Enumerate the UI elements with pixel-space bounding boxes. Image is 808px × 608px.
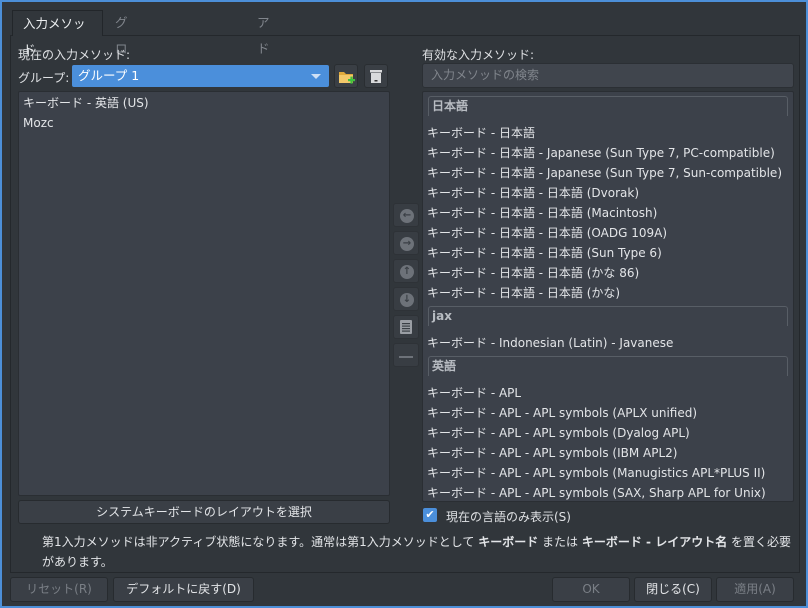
move-right-button[interactable]: →	[393, 231, 419, 255]
reset-button[interactable]: リセット(R)	[10, 577, 108, 602]
available-methods-label: 有効な入力メソッド:	[422, 48, 535, 62]
list-item[interactable]: キーボード - 日本語 - 日本語 (Macintosh)	[427, 203, 657, 223]
list-item[interactable]: キーボード - APL	[427, 383, 521, 403]
only-current-language-checkbox[interactable]: ✔	[423, 508, 437, 522]
list-item[interactable]: キーボード - APL - APL symbols (SAX, Sharp AP…	[427, 483, 766, 501]
move-up-button[interactable]: ↑	[393, 259, 419, 283]
group-label: グループ:	[18, 71, 70, 85]
list-item[interactable]: キーボード - APL - APL symbols (APLX unified)	[427, 403, 697, 423]
list-item[interactable]: キーボード - 日本語 - 日本語 (Dvorak)	[427, 183, 639, 203]
info-bold: キーボード - レイアウト名	[581, 535, 728, 549]
apply-button[interactable]: 適用(A)	[716, 577, 794, 602]
window: 入力メソッド グローバルオプション アドオン 現在の入力メソッド: グループ: …	[0, 0, 808, 608]
only-current-language-label[interactable]: 現在の言語のみ表示(S)	[446, 508, 571, 525]
arrow-right-icon: →	[400, 237, 414, 251]
list-item[interactable]: キーボード - APL - APL symbols (Dyalog APL)	[427, 423, 690, 443]
delete-group-button[interactable]	[364, 64, 388, 88]
arrow-left-icon: ←	[400, 209, 414, 223]
folder-add-icon	[339, 72, 355, 84]
defaults-button[interactable]: デフォルトに戻す(D)	[113, 577, 254, 602]
list-item[interactable]: キーボード - 英語 (US)	[23, 93, 149, 113]
current-methods-list: キーボード - 英語 (US) Mozc	[18, 91, 390, 496]
list-item[interactable]: キーボード - 日本語 - 日本語 (Sun Type 6)	[427, 243, 662, 263]
info-part: または	[538, 535, 582, 549]
group-header: 日本語	[428, 96, 788, 116]
move-down-button[interactable]: ↓	[393, 287, 419, 311]
list-item[interactable]: キーボード - 日本語 - Japanese (Sun Type 7, Sun-…	[427, 163, 782, 183]
list-item[interactable]: キーボード - Indonesian (Latin) - Javanese	[427, 333, 673, 353]
list-item[interactable]: キーボード - 日本語 - 日本語 (かな 86)	[427, 263, 639, 283]
tab-global-options[interactable]: グローバルオプション	[105, 10, 138, 264]
list-item[interactable]: キーボード - 日本語 - 日本語 (かな)	[427, 283, 620, 303]
info-bold: キーボード	[478, 535, 539, 549]
configure-icon	[400, 320, 412, 334]
arrow-up-icon: ↑	[400, 265, 414, 279]
trash-icon	[370, 70, 382, 83]
current-methods-label: 現在の入力メソッド:	[18, 48, 131, 62]
arrow-down-icon: ↓	[400, 293, 414, 307]
list-item[interactable]: キーボード - 日本語	[427, 123, 535, 143]
tab-addons[interactable]: アドオン	[247, 10, 280, 108]
move-left-button[interactable]: ←	[393, 203, 419, 227]
group-select[interactable]: グループ 1	[72, 65, 329, 87]
ok-button[interactable]: OK	[552, 577, 630, 602]
tab-input-method[interactable]: 入力メソッド	[12, 10, 103, 57]
info-text: 第1入力メソッドは非アクティブ状態になります。通常は第1入力メソッドとして キー…	[42, 532, 792, 572]
group-header: 英語	[428, 356, 788, 376]
configure-button[interactable]	[393, 315, 419, 339]
list-item[interactable]: Mozc	[23, 113, 54, 133]
search-input[interactable]: 入力メソッドの検索	[422, 63, 794, 88]
info-part: 第1入力メソッドは非アクティブ状態になります。通常は第1入力メソッドとして	[42, 535, 479, 549]
remove-icon	[399, 356, 413, 358]
available-methods-list: 日本語 キーボード - 日本語 キーボード - 日本語 - Japanese (S…	[422, 91, 794, 502]
group-value: グループ 1	[78, 68, 140, 83]
list-item[interactable]: キーボード - APL - APL symbols (Manugistics A…	[427, 463, 765, 483]
close-button[interactable]: 閉じる(C)	[634, 577, 712, 602]
list-item[interactable]: キーボード - 日本語 - Japanese (Sun Type 7, PC-c…	[427, 143, 775, 163]
remove-button[interactable]	[393, 343, 419, 367]
list-item[interactable]: キーボード - APL - APL symbols (IBM APL2)	[427, 443, 677, 463]
chevron-down-icon	[311, 74, 321, 79]
add-group-button[interactable]	[334, 64, 358, 88]
list-item[interactable]: キーボード - 日本語 - 日本語 (OADG 109A)	[427, 223, 667, 243]
select-system-layout-button[interactable]: システムキーボードのレイアウトを選択	[18, 500, 390, 524]
group-header: jax	[428, 306, 788, 326]
